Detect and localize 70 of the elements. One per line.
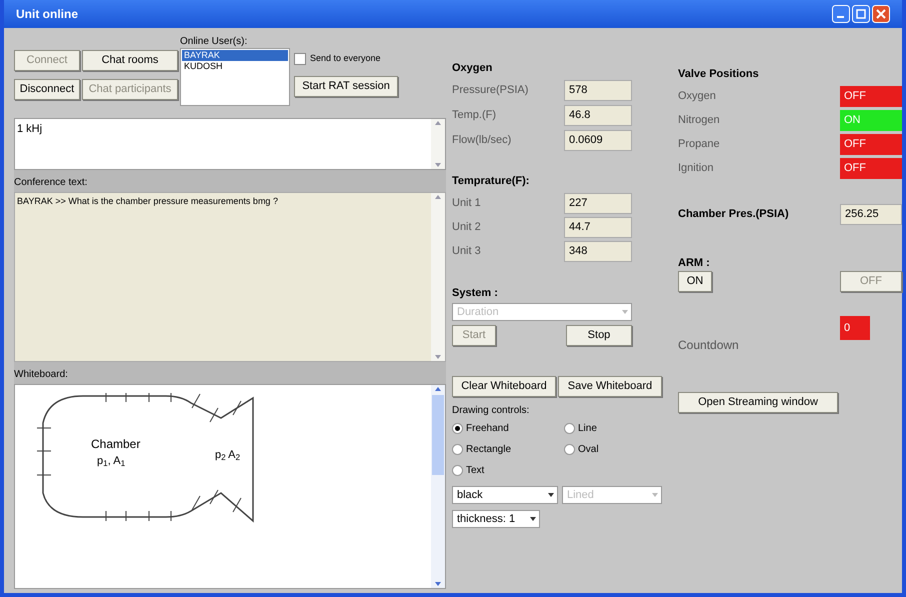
- button[interactable]: Save Whiteboard: [558, 376, 662, 397]
- value-field[interactable]: 227: [564, 192, 632, 214]
- button[interactable]: Stop: [566, 325, 632, 346]
- dropdown[interactable]: black: [452, 486, 558, 504]
- whiteboard-label: Whiteboard:: [14, 368, 68, 382]
- valve-indicator: OFF: [840, 158, 902, 178]
- radio-button[interactable]: [564, 444, 575, 455]
- reading-label: Unit 1: [452, 196, 482, 211]
- radio-button[interactable]: [564, 423, 575, 434]
- section-title: ARM :: [678, 256, 711, 271]
- radio-label: Line: [578, 422, 597, 436]
- radio-button[interactable]: [452, 423, 463, 434]
- countdown-value: 0: [840, 316, 870, 340]
- reading-label: Pressure(PSIA): [452, 83, 530, 98]
- radio-label: Text: [466, 464, 484, 478]
- scrollbar[interactable]: [431, 193, 445, 361]
- close-icon[interactable]: [872, 5, 890, 23]
- reading-label: Unit 2: [452, 220, 482, 235]
- button[interactable]: Disconnect: [14, 79, 80, 100]
- users-listbox[interactable]: BAYRAK KUDOSH: [180, 48, 290, 106]
- window-title: Unit online: [16, 6, 78, 23]
- valve-label: Oxygen: [678, 88, 716, 104]
- button[interactable]: Start RAT session: [294, 76, 398, 96]
- valve-indicator: OFF: [840, 134, 902, 154]
- valve-label: Nitrogen: [678, 112, 720, 128]
- valve-label: Propane: [678, 136, 720, 152]
- reading-label: Unit 3: [452, 244, 482, 259]
- button[interactable]: Clear Whiteboard: [452, 376, 556, 397]
- button[interactable]: Chat rooms: [82, 50, 178, 71]
- scroll-thumb[interactable]: [432, 395, 444, 475]
- dropdown[interactable]: thickness: 1: [452, 510, 540, 528]
- conference-line: BAYRAK >> What is the chamber pressure measurements bmg ?: [17, 195, 279, 208]
- section-title: Temprature(F):: [452, 174, 530, 189]
- value-field[interactable]: 0.0609: [564, 130, 632, 151]
- whiteboard-text: p$_{2}$ A$_{2}$: [215, 448, 240, 464]
- value-field[interactable]: 46.8: [564, 105, 632, 126]
- user-list-item[interactable]: KUDOSH: [182, 61, 288, 72]
- scroll-down-icon: [433, 580, 443, 588]
- radio-button[interactable]: [452, 444, 463, 455]
- radio-label: Freehand: [466, 422, 509, 436]
- section-title: System :: [452, 286, 499, 301]
- radio-label: Oval: [578, 443, 599, 457]
- section-title: Oxygen: [452, 61, 494, 76]
- scrollbar[interactable]: [431, 385, 445, 588]
- drawing-controls-label: Drawing controls:: [452, 404, 530, 418]
- user-list-item[interactable]: BAYRAK: [182, 50, 288, 61]
- reading-label: Flow(lb/sec): [452, 133, 512, 148]
- conference-label: Conference text:: [14, 176, 88, 190]
- button[interactable]: ON: [678, 271, 712, 292]
- checkbox-label: Send to everyone: [310, 52, 381, 65]
- minimize-icon[interactable]: [832, 5, 850, 23]
- whiteboard-text: Chamber: [91, 436, 140, 453]
- value-field[interactable]: 578: [564, 80, 632, 101]
- countdown-label: Countdown: [678, 337, 739, 354]
- reading-label: Temp.(F): [452, 108, 497, 124]
- radio-label: Rectangle: [466, 443, 512, 457]
- button[interactable]: Open Streaming window: [678, 392, 838, 413]
- value-field[interactable]: 256.25: [840, 204, 902, 225]
- valve-label: Ignition: [678, 160, 714, 176]
- chamber-pressure-label: Chamber Pres.(PSIA): [678, 207, 789, 222]
- valve-indicator: ON: [840, 110, 902, 130]
- value-field[interactable]: 348: [564, 240, 632, 262]
- valve-indicator: OFF: [840, 86, 902, 106]
- checkbox[interactable]: [294, 52, 306, 65]
- maximize-icon[interactable]: [852, 5, 870, 23]
- whiteboard-text: p$_{1}$, A$_{1}$: [97, 454, 126, 470]
- value-field[interactable]: 44.7: [564, 216, 632, 238]
- section-title: Valve Positions: [678, 67, 760, 82]
- online-users-label: Online User(s):: [180, 35, 248, 48]
- radio-button[interactable]: [452, 465, 463, 476]
